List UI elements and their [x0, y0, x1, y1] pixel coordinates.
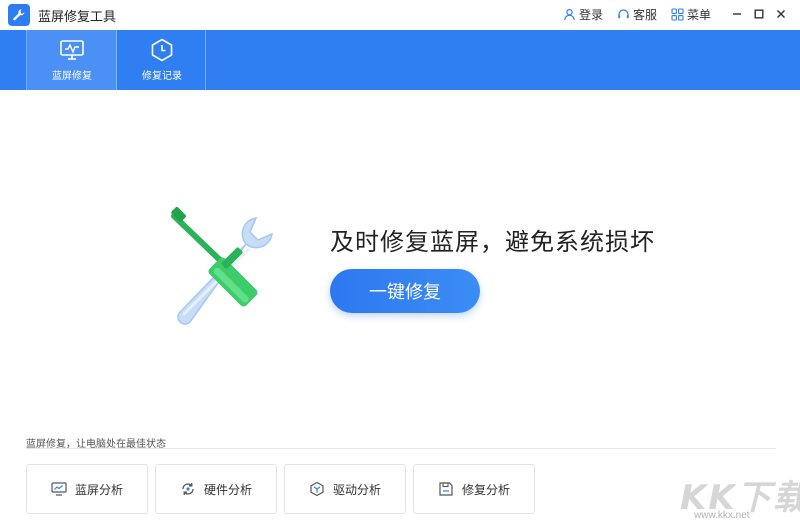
menu-button[interactable]: 菜单: [671, 6, 711, 23]
cube-icon: [310, 481, 324, 497]
monitor-icon: [60, 40, 84, 60]
grid-icon: [671, 8, 684, 21]
close-icon: [777, 10, 785, 18]
section-divider: [26, 448, 776, 449]
analysis-label: 硬件分析: [203, 482, 252, 497]
maximize-icon: [754, 9, 764, 19]
analysis-label: 修复分析: [461, 482, 510, 497]
tab-repair-history[interactable]: 修复记录: [117, 30, 207, 90]
save-icon: [439, 482, 453, 496]
login-label: 登录: [579, 8, 604, 22]
hardware-analysis-button[interactable]: 硬件分析: [155, 464, 277, 514]
app-logo-icon: [8, 4, 30, 26]
minimize-button[interactable]: [727, 4, 747, 24]
nav-band: 蓝屏修复 修复记录: [0, 30, 800, 90]
refresh-cycle-icon: [182, 483, 194, 495]
tab-label: 蓝屏修复: [52, 71, 92, 82]
tab-bluescreen-repair[interactable]: 蓝屏修复: [27, 30, 117, 90]
one-click-repair-button[interactable]: 一键修复: [330, 269, 480, 313]
watermark-url: www.kkx.net: [694, 510, 750, 521]
tab-label: 修复记录: [142, 71, 182, 82]
close-button[interactable]: [771, 4, 791, 24]
login-button[interactable]: 登录: [563, 6, 603, 23]
user-icon: [564, 8, 575, 21]
clock-icon: [151, 38, 173, 62]
watermark: KK下载 www.kkx.net: [680, 470, 800, 526]
service-button[interactable]: 客服: [617, 6, 657, 23]
tools-icon: [171, 207, 273, 325]
monitor-chart-icon: [51, 482, 67, 496]
minimize-icon: [733, 13, 741, 15]
nav-divider: [205, 30, 206, 90]
app-title: 蓝屏修复工具: [38, 10, 117, 25]
service-label: 客服: [633, 8, 658, 22]
analysis-label: 蓝屏分析: [74, 482, 123, 497]
hero-headline: 及时修复蓝屏，避免系统损坏: [330, 228, 655, 256]
headset-icon: [618, 9, 629, 19]
bluescreen-analysis-button[interactable]: 蓝屏分析: [26, 464, 148, 514]
driver-analysis-button[interactable]: 驱动分析: [284, 464, 406, 514]
title-bar: 蓝屏修复工具 登录 客服 菜单: [0, 0, 800, 30]
maximize-button[interactable]: [749, 4, 769, 24]
menu-label: 菜单: [687, 8, 712, 22]
analysis-label: 驱动分析: [332, 482, 381, 497]
repair-analysis-button[interactable]: 修复分析: [413, 464, 535, 514]
